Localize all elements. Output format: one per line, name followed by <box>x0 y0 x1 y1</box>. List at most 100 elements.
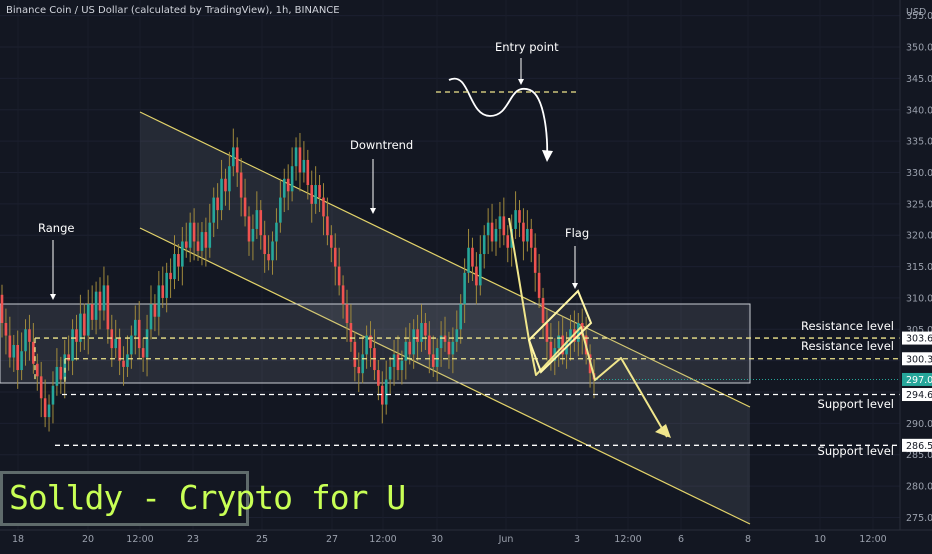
candle-body <box>541 297 545 324</box>
candle-body <box>290 166 294 192</box>
candle-body <box>263 235 266 255</box>
candle-body <box>12 344 16 358</box>
candle-body <box>247 216 251 242</box>
candle-body <box>196 241 200 251</box>
chart-title: Binance Coin / US Dollar (calculated by … <box>6 5 340 16</box>
candle-body <box>67 354 70 361</box>
candle-body <box>475 266 478 286</box>
brand-box: Solldy - Crypto for U <box>0 471 406 526</box>
level-badge-text: 286.5 <box>906 441 932 452</box>
candle-body <box>286 178 290 192</box>
brand-label: Solldy - Crypto for U <box>9 478 406 517</box>
chart-area[interactable]: Range Downtrend Entry point Flag Resista… <box>0 0 932 550</box>
candle-body <box>181 241 184 267</box>
candle-body <box>47 404 51 418</box>
y-tick-label: 280.0 <box>906 482 932 493</box>
candle-body <box>337 266 341 286</box>
candle-body <box>188 222 192 248</box>
candle-body <box>43 398 47 418</box>
candle-body <box>153 304 157 317</box>
candle-body <box>32 341 35 364</box>
y-tick-label: 285.0 <box>906 450 932 461</box>
candle-body <box>102 285 106 311</box>
candle-body <box>216 197 219 211</box>
candle-body <box>459 304 463 330</box>
candle-body <box>322 197 325 217</box>
candle-body <box>271 241 274 261</box>
candle-body <box>141 348 145 358</box>
candle-body <box>545 323 549 342</box>
x-tick-label: 3 <box>574 534 580 545</box>
candle-body <box>149 304 153 330</box>
candle-body <box>192 222 196 242</box>
current-price-text: 297.0 <box>906 375 932 386</box>
candle-body <box>106 285 110 330</box>
annotation-range: Range <box>38 221 74 235</box>
candle-body <box>114 338 117 349</box>
candle-body <box>243 197 247 217</box>
candle-body <box>377 370 380 386</box>
candle-body <box>306 159 310 186</box>
candle-body <box>126 354 129 367</box>
candle-body <box>137 319 141 349</box>
candle-body <box>86 304 90 336</box>
candle-body <box>35 363 39 377</box>
candle-body <box>235 147 239 173</box>
candle-body <box>8 335 12 358</box>
candle-body <box>122 360 125 367</box>
candle-body <box>94 291 98 320</box>
candle-body <box>420 323 423 342</box>
candle-body <box>130 335 133 355</box>
candle-body <box>326 216 329 236</box>
level-badge-text: 303.6 <box>906 334 932 345</box>
candle-body <box>467 247 470 273</box>
candle-body <box>90 304 94 320</box>
candle-body <box>408 341 412 355</box>
x-tick-label: 25 <box>256 534 268 545</box>
annotation-downtrend: Downtrend <box>350 138 413 152</box>
candle-body <box>333 247 337 267</box>
price-chart[interactable]: Range Downtrend Entry point Flag Resista… <box>0 0 932 550</box>
candle-body <box>20 351 23 371</box>
x-tick-label: 12:00 <box>859 534 886 545</box>
candle-body <box>228 166 231 192</box>
candle-body <box>165 272 168 298</box>
candle-body <box>169 272 172 280</box>
candle-body <box>16 344 19 371</box>
x-tick-label: 6 <box>678 534 684 545</box>
candle-body <box>349 323 353 342</box>
candle-body <box>455 329 459 342</box>
candle-body <box>357 366 361 374</box>
level-text: Resistance level <box>801 339 894 353</box>
candle-body <box>345 304 349 324</box>
candle-body <box>239 172 243 198</box>
y-tick-label: 320.0 <box>906 231 932 242</box>
candle-body <box>494 228 498 242</box>
candle-body <box>177 254 180 267</box>
candle-body <box>498 216 502 229</box>
candle-body <box>490 222 494 242</box>
candle-body <box>435 348 439 367</box>
x-tick-label: 10 <box>814 534 826 545</box>
candle-body <box>431 354 435 367</box>
level-text: Support level <box>818 397 894 411</box>
candle-body <box>200 232 204 251</box>
candle-body <box>392 354 396 367</box>
candle-body <box>39 376 43 399</box>
candle-body <box>224 178 227 192</box>
candle-body <box>55 366 59 386</box>
level-badge-text: 294.6 <box>906 390 932 401</box>
x-tick-label: 23 <box>187 534 199 545</box>
candle-body <box>251 228 255 242</box>
candle-body <box>157 285 161 317</box>
candle-body <box>24 329 27 352</box>
candle-body <box>486 222 490 236</box>
y-tick-label: 350.0 <box>906 43 932 54</box>
level-badge-text: 300.3 <box>906 354 932 365</box>
candle-body <box>526 228 529 242</box>
candle-body <box>529 228 533 248</box>
candle-body <box>282 178 286 198</box>
candle-body <box>451 341 455 355</box>
y-tick-label: 290.0 <box>906 419 932 430</box>
y-tick-label: 330.0 <box>906 168 932 179</box>
